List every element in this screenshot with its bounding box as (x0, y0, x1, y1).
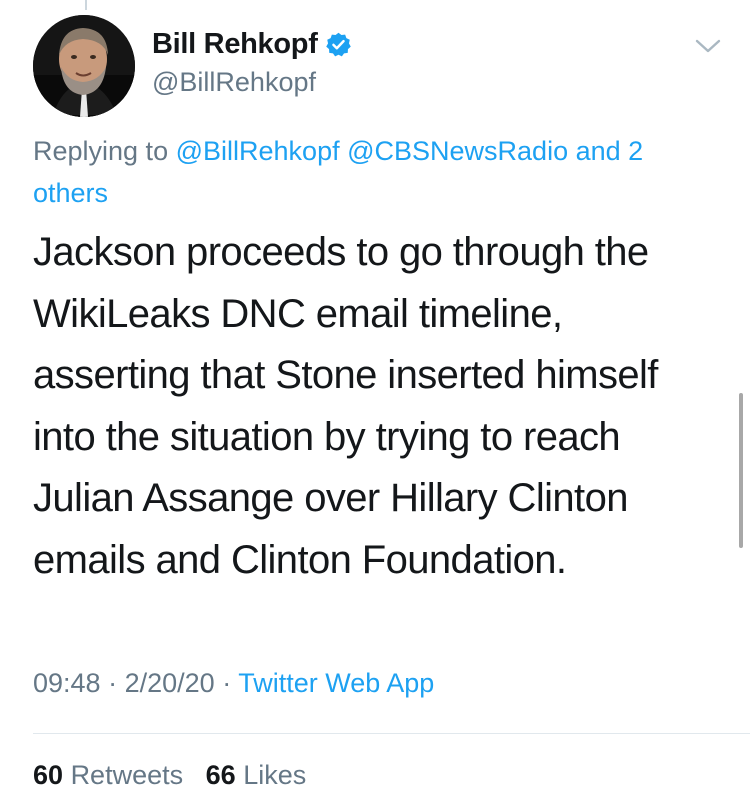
author-handle[interactable]: @BillRehkopf (152, 67, 316, 98)
tweet-text: Jackson proceeds to go through the WikiL… (33, 230, 658, 582)
tweet-time[interactable]: 09:48 (33, 668, 101, 698)
avatar-photo (33, 15, 135, 117)
likes-label: Likes (243, 760, 307, 790)
meta-separator: · (108, 668, 118, 698)
divider (33, 733, 750, 734)
verified-badge-icon (325, 32, 351, 57)
tweet-meta: 09:48 · 2/20/20 · Twitter Web App (33, 668, 434, 699)
retweets-stat[interactable]: 60 Retweets (33, 760, 183, 790)
retweets-count: 60 (33, 760, 64, 790)
tweet-date[interactable]: 2/20/20 (125, 668, 215, 698)
likes-count: 66 (205, 760, 236, 790)
thread-line (85, 0, 87, 10)
replying-to-line: Replying to @BillRehkopf @CBSNewsRadio a… (33, 130, 723, 214)
avatar[interactable] (33, 15, 135, 117)
likes-stat[interactable]: 66 Likes (206, 760, 307, 790)
mention-link[interactable]: @BillRehkopf (176, 136, 340, 166)
meta-separator: · (222, 668, 232, 698)
mention-link[interactable]: @CBSNewsRadio (347, 136, 568, 166)
chevron-down-icon[interactable] (694, 36, 722, 56)
engagement-stats: 60 Retweets 66 Likes (33, 760, 306, 791)
replying-to-label: Replying to (33, 136, 169, 166)
retweets-label: Retweets (70, 760, 184, 790)
scrollbar[interactable] (739, 393, 743, 548)
author-name-row[interactable]: Bill Rehkopf (152, 28, 352, 61)
author-name[interactable]: Bill Rehkopf (152, 28, 318, 61)
source-app-link[interactable]: Twitter Web App (238, 668, 434, 698)
